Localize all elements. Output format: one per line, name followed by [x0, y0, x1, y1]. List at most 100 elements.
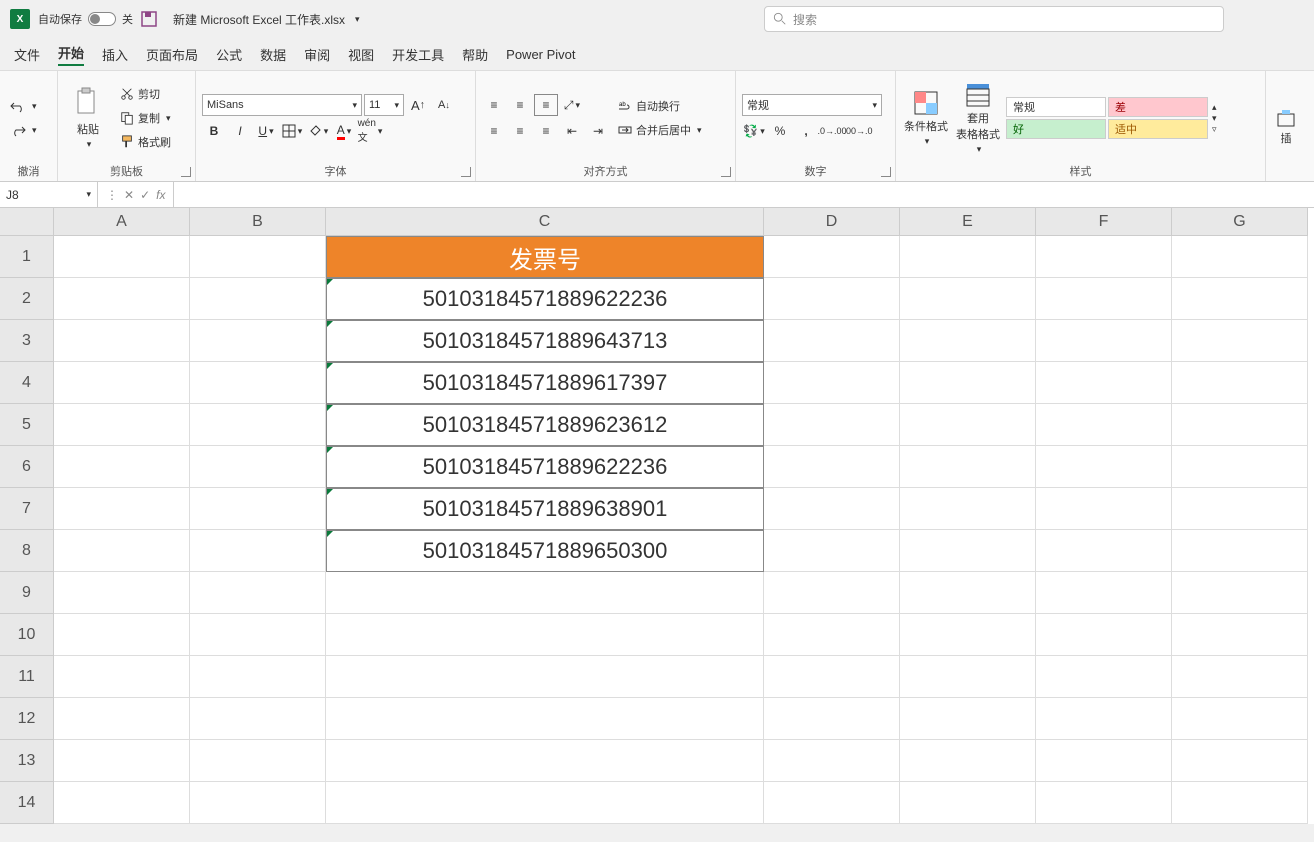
cell-G9[interactable]	[1172, 572, 1308, 614]
cell-A12[interactable]	[54, 698, 190, 740]
cell-C6[interactable]: 50103184571889622236	[326, 446, 764, 488]
cell-D3[interactable]	[764, 320, 900, 362]
cell-D11[interactable]	[764, 656, 900, 698]
cell-E8[interactable]	[900, 530, 1036, 572]
row-header-1[interactable]: 1	[0, 236, 54, 278]
cell-A4[interactable]	[54, 362, 190, 404]
menu-powerpivot[interactable]: Power Pivot	[506, 47, 575, 62]
cell-G10[interactable]	[1172, 614, 1308, 656]
cell-D2[interactable]	[764, 278, 900, 320]
font-color-button[interactable]: A▾	[332, 120, 356, 142]
cell-B5[interactable]	[190, 404, 326, 446]
cell-C4[interactable]: 50103184571889617397	[326, 362, 764, 404]
row-header-5[interactable]: 5	[0, 404, 54, 446]
cell-style-neutral[interactable]: 适中	[1108, 119, 1208, 139]
cell-F4[interactable]	[1036, 362, 1172, 404]
menu-data[interactable]: 数据	[260, 45, 286, 64]
conditional-format-button[interactable]: 条件格式▾	[902, 75, 950, 161]
cell-B2[interactable]	[190, 278, 326, 320]
cell-A14[interactable]	[54, 782, 190, 824]
menu-insert[interactable]: 插入	[102, 45, 128, 64]
cell-C5[interactable]: 50103184571889623612	[326, 404, 764, 446]
cell-A3[interactable]	[54, 320, 190, 362]
row-header-2[interactable]: 2	[0, 278, 54, 320]
copy-button[interactable]: 复制▾	[116, 107, 175, 129]
dialog-launcher-icon[interactable]	[461, 167, 471, 177]
fx-icon[interactable]: fx	[156, 188, 165, 202]
align-bottom-button[interactable]: ≡	[534, 94, 558, 116]
cell-A13[interactable]	[54, 740, 190, 782]
cell-G1[interactable]	[1172, 236, 1308, 278]
cell-C8[interactable]: 50103184571889650300	[326, 530, 764, 572]
underline-button[interactable]: U▾	[254, 120, 278, 142]
cell-B14[interactable]	[190, 782, 326, 824]
cell-E10[interactable]	[900, 614, 1036, 656]
cell-G5[interactable]	[1172, 404, 1308, 446]
menu-home[interactable]: 开始	[58, 43, 84, 66]
cell-E3[interactable]	[900, 320, 1036, 362]
cell-G12[interactable]	[1172, 698, 1308, 740]
cell-D9[interactable]	[764, 572, 900, 614]
merge-center-button[interactable]: 合并后居中▾	[614, 119, 706, 141]
cell-F9[interactable]	[1036, 572, 1172, 614]
cell-F13[interactable]	[1036, 740, 1172, 782]
dialog-launcher-icon[interactable]	[721, 167, 731, 177]
cell-A7[interactable]	[54, 488, 190, 530]
table-format-button[interactable]: 套用 表格格式▾	[954, 75, 1002, 161]
increase-decimal-button[interactable]: .0→.00	[820, 120, 844, 142]
cell-E4[interactable]	[900, 362, 1036, 404]
align-center-button[interactable]: ≡	[508, 120, 532, 142]
cell-F3[interactable]	[1036, 320, 1172, 362]
cell-F14[interactable]	[1036, 782, 1172, 824]
menu-review[interactable]: 审阅	[304, 45, 330, 64]
cell-G8[interactable]	[1172, 530, 1308, 572]
menu-file[interactable]: 文件	[14, 45, 40, 64]
cell-F6[interactable]	[1036, 446, 1172, 488]
cell-D12[interactable]	[764, 698, 900, 740]
cell-D10[interactable]	[764, 614, 900, 656]
align-top-button[interactable]: ≡	[482, 94, 506, 116]
row-header-10[interactable]: 10	[0, 614, 54, 656]
save-icon[interactable]	[141, 11, 157, 27]
column-header-D[interactable]: D	[764, 208, 900, 236]
row-header-11[interactable]: 11	[0, 656, 54, 698]
row-header-14[interactable]: 14	[0, 782, 54, 824]
decrease-font-button[interactable]: A↓	[432, 94, 456, 116]
fx-dropdown-icon[interactable]: ⋮	[106, 188, 118, 202]
menu-formulas[interactable]: 公式	[216, 45, 242, 64]
cell-style-normal[interactable]: 常规	[1006, 97, 1106, 117]
column-header-A[interactable]: A	[54, 208, 190, 236]
orientation-button[interactable]: ⤢▾	[560, 94, 584, 116]
cell-F12[interactable]	[1036, 698, 1172, 740]
cell-B13[interactable]	[190, 740, 326, 782]
column-header-B[interactable]: B	[190, 208, 326, 236]
cell-G14[interactable]	[1172, 782, 1308, 824]
cell-B11[interactable]	[190, 656, 326, 698]
cell-C7[interactable]: 50103184571889638901	[326, 488, 764, 530]
paste-button[interactable]: 粘贴▾	[64, 75, 112, 161]
cell-E5[interactable]	[900, 404, 1036, 446]
column-header-C[interactable]: C	[326, 208, 764, 236]
decrease-decimal-button[interactable]: .00→.0	[846, 120, 870, 142]
cell-D5[interactable]	[764, 404, 900, 446]
cell-D1[interactable]	[764, 236, 900, 278]
cell-B9[interactable]	[190, 572, 326, 614]
column-header-G[interactable]: G	[1172, 208, 1308, 236]
number-format-select[interactable]: 常规▾	[742, 94, 882, 116]
cell-A11[interactable]	[54, 656, 190, 698]
row-header-3[interactable]: 3	[0, 320, 54, 362]
cell-E2[interactable]	[900, 278, 1036, 320]
cell-G7[interactable]	[1172, 488, 1308, 530]
align-left-button[interactable]: ≡	[482, 120, 506, 142]
autosave-toggle[interactable]: 自动保存 关	[38, 11, 133, 27]
wrap-text-button[interactable]: ab自动换行	[614, 95, 706, 117]
cell-B6[interactable]	[190, 446, 326, 488]
cell-A6[interactable]	[54, 446, 190, 488]
font-size-select[interactable]: 11▾	[364, 94, 404, 116]
cell-G2[interactable]	[1172, 278, 1308, 320]
cell-F5[interactable]	[1036, 404, 1172, 446]
cell-G6[interactable]	[1172, 446, 1308, 488]
menu-layout[interactable]: 页面布局	[146, 45, 198, 64]
cell-F2[interactable]	[1036, 278, 1172, 320]
comma-format-button[interactable]: ,	[794, 120, 818, 142]
